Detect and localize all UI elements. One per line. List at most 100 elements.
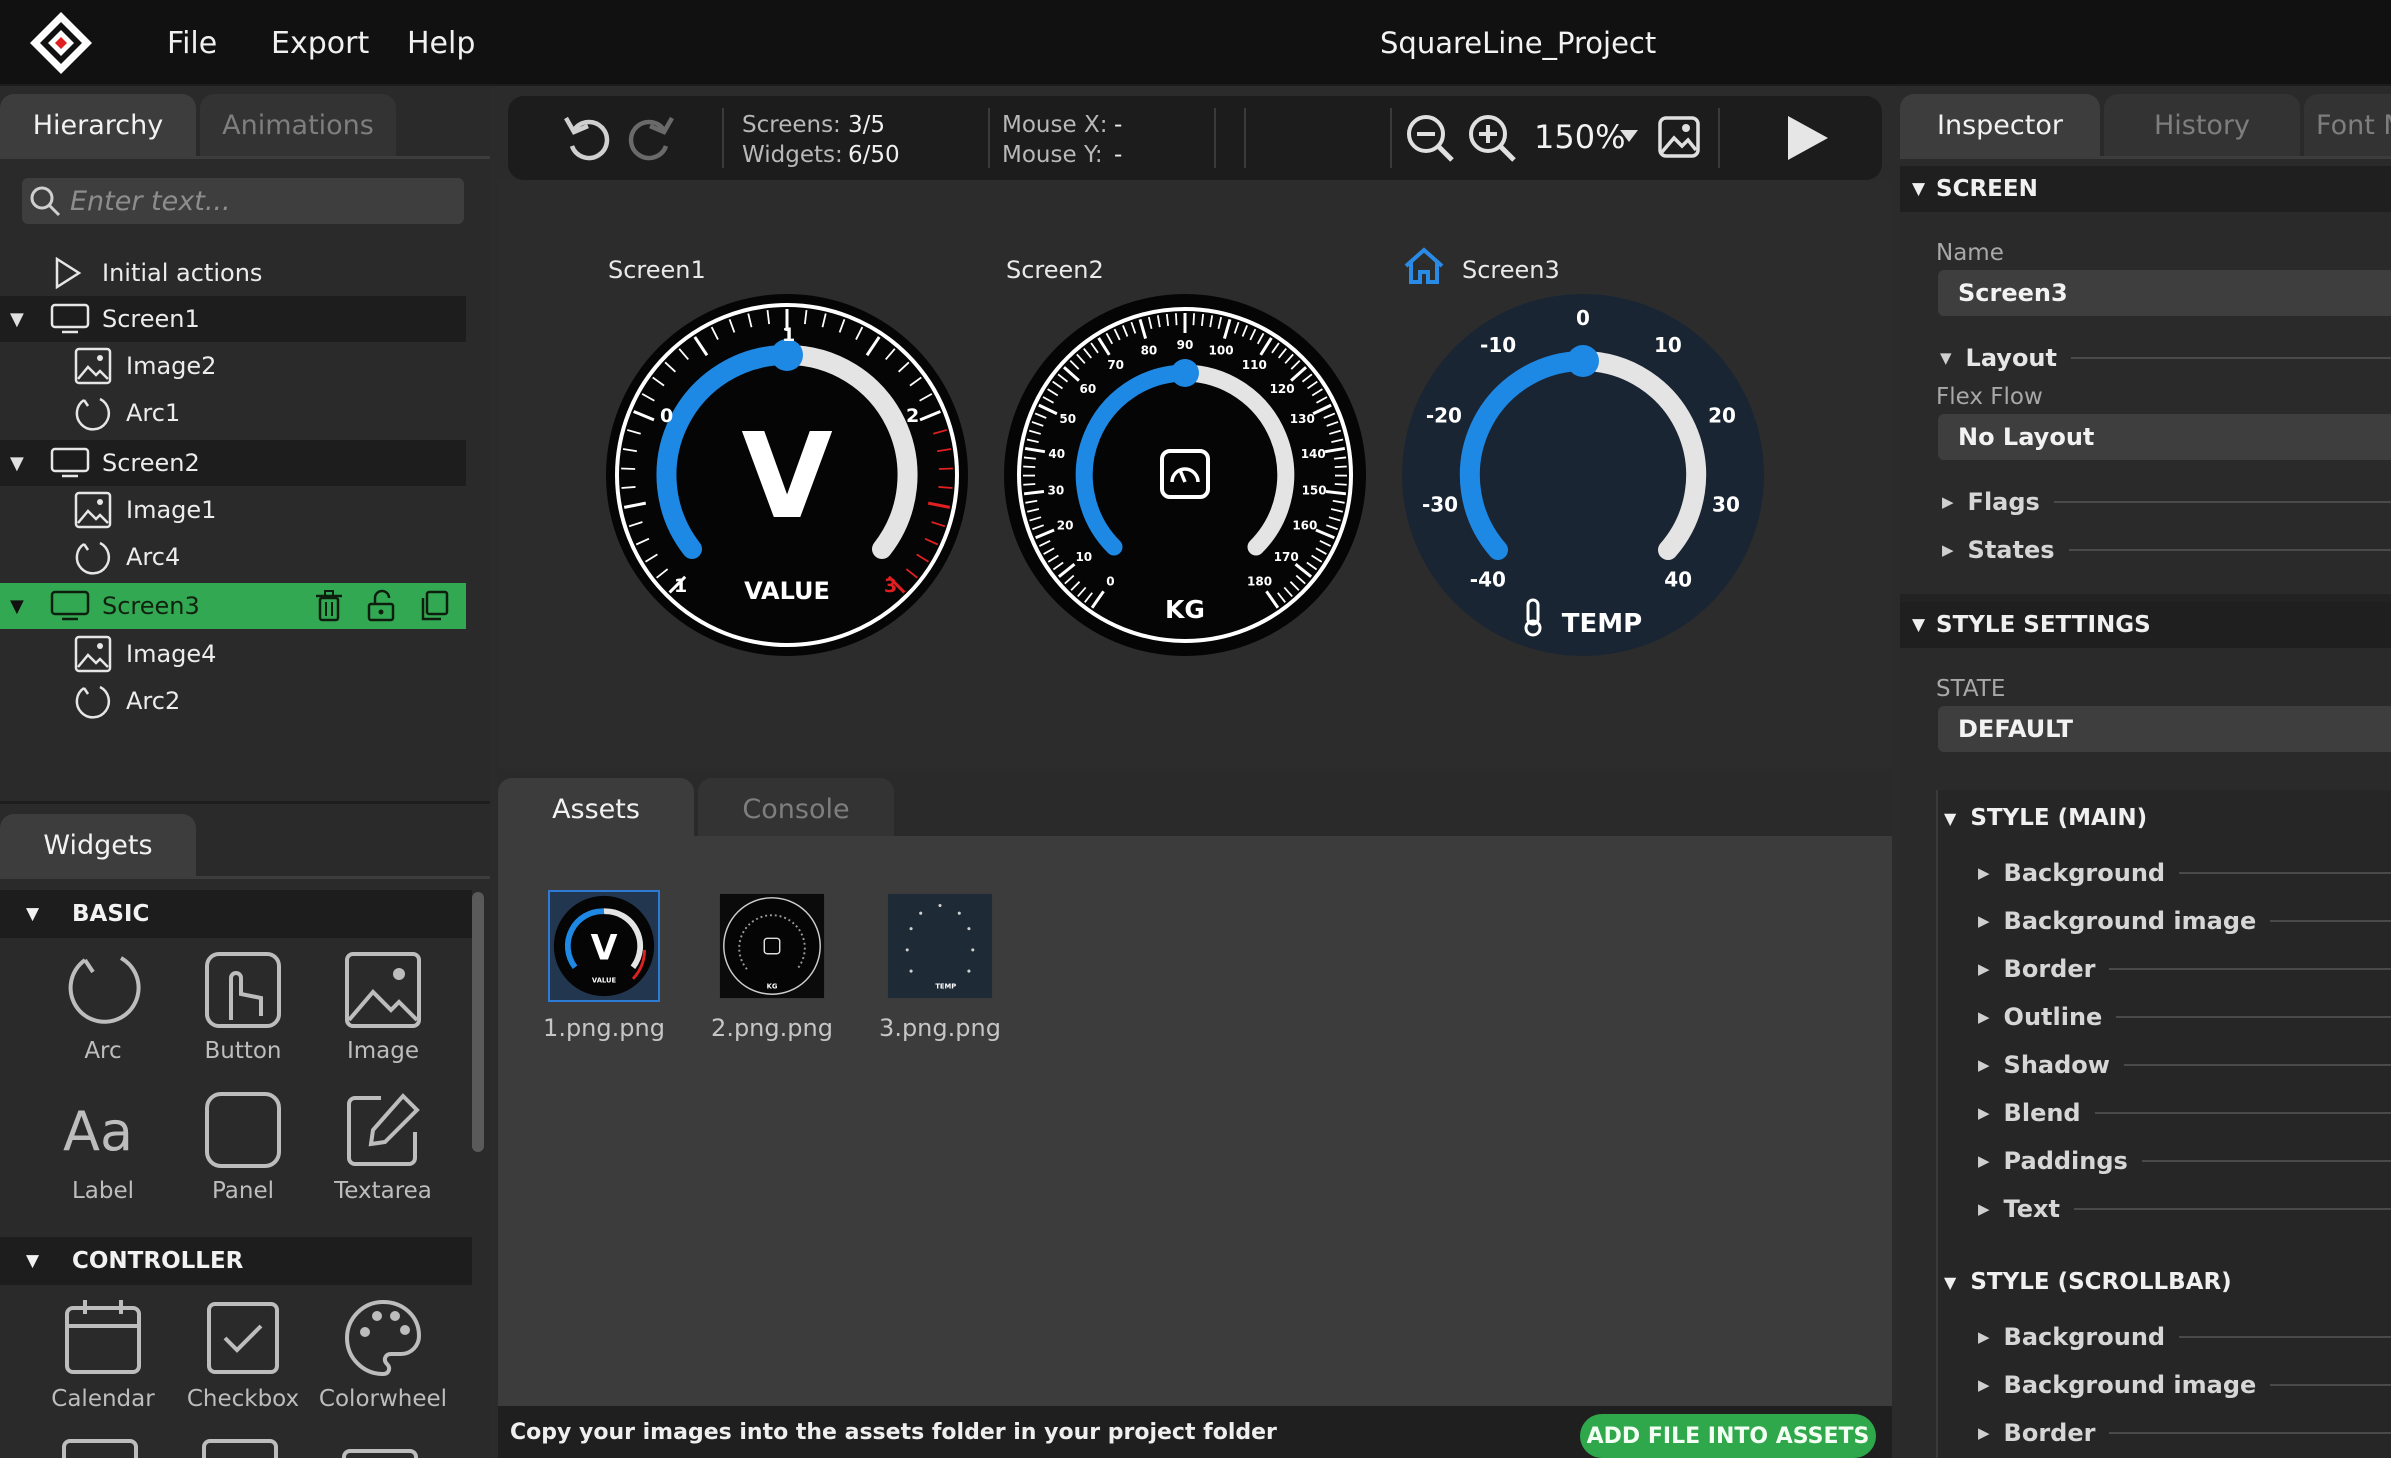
layout-row[interactable]: ▼ Layout bbox=[1940, 341, 2391, 375]
tree-screen1[interactable]: ▼ Screen1 bbox=[0, 296, 466, 342]
flex-flow-select[interactable]: No Layout bbox=[1938, 414, 2391, 460]
widget-checkbox[interactable]: Checkbox bbox=[178, 1296, 308, 1426]
unlock-icon[interactable] bbox=[366, 589, 396, 623]
tree-screen2[interactable]: ▼ Screen2 bbox=[0, 440, 466, 486]
states-row[interactable]: ▶ States bbox=[1942, 533, 2391, 567]
tab-assets[interactable]: Assets bbox=[498, 778, 694, 840]
style-prop-row[interactable]: ▶ Background image bbox=[1978, 1368, 2391, 1402]
screen3-label[interactable]: Screen3 bbox=[1462, 256, 1560, 284]
background-image-icon[interactable] bbox=[1656, 114, 1702, 160]
design-canvas[interactable]: Screen1 Screen2 Screen3 V VALUE 0 1 2 1 … bbox=[498, 180, 1892, 768]
chevron-down-icon[interactable] bbox=[1618, 128, 1640, 144]
collapse-triangle-icon[interactable]: ▼ bbox=[10, 309, 24, 330]
style-scrollbar-header[interactable]: ▼ STYLE (SCROLLBAR) bbox=[1944, 1262, 2232, 1302]
screen3-gauge[interactable]: -40 -30 -20 -10 0 10 20 30 40 TEMP bbox=[1402, 294, 1764, 656]
style-prop-row[interactable]: ▶ Blend bbox=[1978, 1096, 2391, 1130]
section-style-settings[interactable]: ▼ STYLE SETTINGS bbox=[1900, 602, 2391, 648]
style-prop-row[interactable]: ▶ Text bbox=[1978, 1192, 2391, 1226]
menu-help[interactable]: Help bbox=[407, 26, 475, 61]
tab-font-manager[interactable]: Font M bbox=[2304, 94, 2391, 156]
arc-icon bbox=[68, 956, 141, 1024]
widget-label-item[interactable]: Aa Label bbox=[38, 1088, 168, 1218]
tree-arc4[interactable]: Arc4 bbox=[0, 534, 466, 580]
tree-initial-actions[interactable]: Initial actions bbox=[0, 250, 466, 296]
widget-arc[interactable]: Arc bbox=[38, 948, 168, 1078]
play-icon[interactable] bbox=[1782, 112, 1832, 164]
zoom-level[interactable]: 150% bbox=[1534, 118, 1625, 156]
tab-hierarchy[interactable]: Hierarchy bbox=[0, 94, 196, 156]
zoom-in-icon[interactable] bbox=[1464, 110, 1520, 166]
collapse-triangle-icon[interactable]: ▼ bbox=[10, 453, 24, 474]
asset-item[interactable]: V VALUE 1.png.png bbox=[543, 890, 665, 1042]
style-prop-row[interactable]: ▶ Background image bbox=[1978, 904, 2391, 938]
trash-icon[interactable] bbox=[314, 589, 344, 623]
widgets-scrollbar[interactable] bbox=[472, 892, 484, 1152]
duplicate-icon[interactable] bbox=[418, 589, 450, 623]
style-prop-row[interactable]: ▶ Outline bbox=[1978, 1000, 2391, 1034]
thumb-caption: VALUE bbox=[592, 977, 617, 985]
screen2-gauge[interactable]: 0 10 20 30 40 50 60 70 80 90 100 110120 130 140 150 160… bbox=[1004, 294, 1366, 656]
zoom-out-icon[interactable] bbox=[1402, 110, 1458, 166]
expand-triangle-icon: ▶ bbox=[1978, 1152, 1990, 1170]
redo-icon[interactable] bbox=[622, 110, 678, 166]
arc-knob[interactable] bbox=[1567, 345, 1599, 377]
add-file-button[interactable]: ADD FILE INTO ASSETS bbox=[1580, 1414, 1876, 1458]
widget-dropdown-partial[interactable] bbox=[62, 1439, 138, 1458]
tab-inspector[interactable]: Inspector bbox=[1900, 94, 2100, 156]
state-select[interactable]: DEFAULT bbox=[1938, 706, 2391, 752]
tree-image1[interactable]: Image1 bbox=[0, 487, 466, 533]
screen2-label[interactable]: Screen2 bbox=[1006, 256, 1104, 284]
menu-export[interactable]: Export bbox=[271, 26, 369, 61]
section-title: SCREEN bbox=[1936, 176, 2038, 202]
style-prop-row[interactable]: ▶ Border bbox=[1978, 952, 2391, 986]
tab-history[interactable]: History bbox=[2104, 94, 2300, 156]
tick-label: -30 bbox=[1422, 492, 1458, 516]
widget-keyboard-partial[interactable] bbox=[342, 1449, 418, 1458]
style-prop-row[interactable]: ▶ Paddings bbox=[1978, 1144, 2391, 1178]
tree-arc1[interactable]: Arc1 bbox=[0, 390, 466, 436]
menu-file[interactable]: File bbox=[167, 26, 217, 61]
name-input[interactable]: Screen3 bbox=[1938, 270, 2391, 316]
asset-item[interactable]: TEMP 3.png.png bbox=[879, 890, 1001, 1042]
widget-panel[interactable]: Panel bbox=[178, 1088, 308, 1218]
tick-label: 30 bbox=[1712, 492, 1740, 516]
collapse-triangle-icon[interactable]: ▼ bbox=[10, 596, 24, 617]
style-prop-label: Border bbox=[2003, 1419, 2096, 1447]
divider-line bbox=[2141, 1160, 2391, 1162]
section-screen[interactable]: ▼ SCREEN bbox=[1900, 166, 2391, 212]
asset-item[interactable]: KG 2.png.png bbox=[711, 890, 833, 1042]
search-input[interactable] bbox=[70, 178, 450, 224]
style-prop-row[interactable]: ▶ Shadow bbox=[1978, 1048, 2391, 1082]
image-icon bbox=[74, 347, 112, 385]
toolbar-separator bbox=[722, 108, 724, 168]
widget-textarea[interactable]: Textarea bbox=[318, 1088, 448, 1218]
style-prop-row[interactable]: ▶ Border bbox=[1978, 1416, 2391, 1450]
style-main-header[interactable]: ▼ STYLE (MAIN) bbox=[1944, 798, 2147, 838]
widget-calendar[interactable]: Calendar bbox=[38, 1296, 168, 1426]
divider-line bbox=[2109, 1432, 2391, 1434]
section-controller[interactable]: ▼ CONTROLLER bbox=[0, 1237, 472, 1285]
widget-image[interactable]: Image bbox=[318, 948, 448, 1078]
arc-knob[interactable] bbox=[1171, 359, 1199, 387]
flags-row[interactable]: ▶ Flags bbox=[1942, 485, 2391, 519]
tab-animations[interactable]: Animations bbox=[200, 94, 396, 156]
style-prop-row[interactable]: ▶ Background bbox=[1978, 1320, 2391, 1354]
tree-image4[interactable]: Image4 bbox=[0, 631, 466, 677]
tick-label: 1 bbox=[674, 575, 687, 597]
style-prop-row[interactable]: ▶ Background bbox=[1978, 856, 2391, 890]
tab-console[interactable]: Console bbox=[698, 778, 894, 840]
widget-button[interactable]: Button bbox=[178, 948, 308, 1078]
widget-colorwheel[interactable]: Colorwheel bbox=[318, 1296, 448, 1426]
tick-label: 40 bbox=[1664, 567, 1692, 591]
undo-icon[interactable] bbox=[560, 110, 616, 166]
section-basic[interactable]: ▼ BASIC bbox=[0, 890, 472, 938]
screen1-gauge[interactable]: V VALUE 0 1 2 1 3 bbox=[606, 294, 968, 656]
screen1-label[interactable]: Screen1 bbox=[608, 256, 706, 284]
hierarchy-search[interactable] bbox=[22, 178, 464, 224]
tab-widgets[interactable]: Widgets bbox=[0, 814, 196, 876]
tree-image2[interactable]: Image2 bbox=[0, 343, 466, 389]
tree-screen3[interactable]: ▼ Screen3 bbox=[0, 583, 466, 629]
widget-imgbutton-partial[interactable] bbox=[202, 1439, 278, 1458]
states-label: States bbox=[1967, 536, 2055, 564]
tree-arc2[interactable]: Arc2 bbox=[0, 678, 466, 724]
